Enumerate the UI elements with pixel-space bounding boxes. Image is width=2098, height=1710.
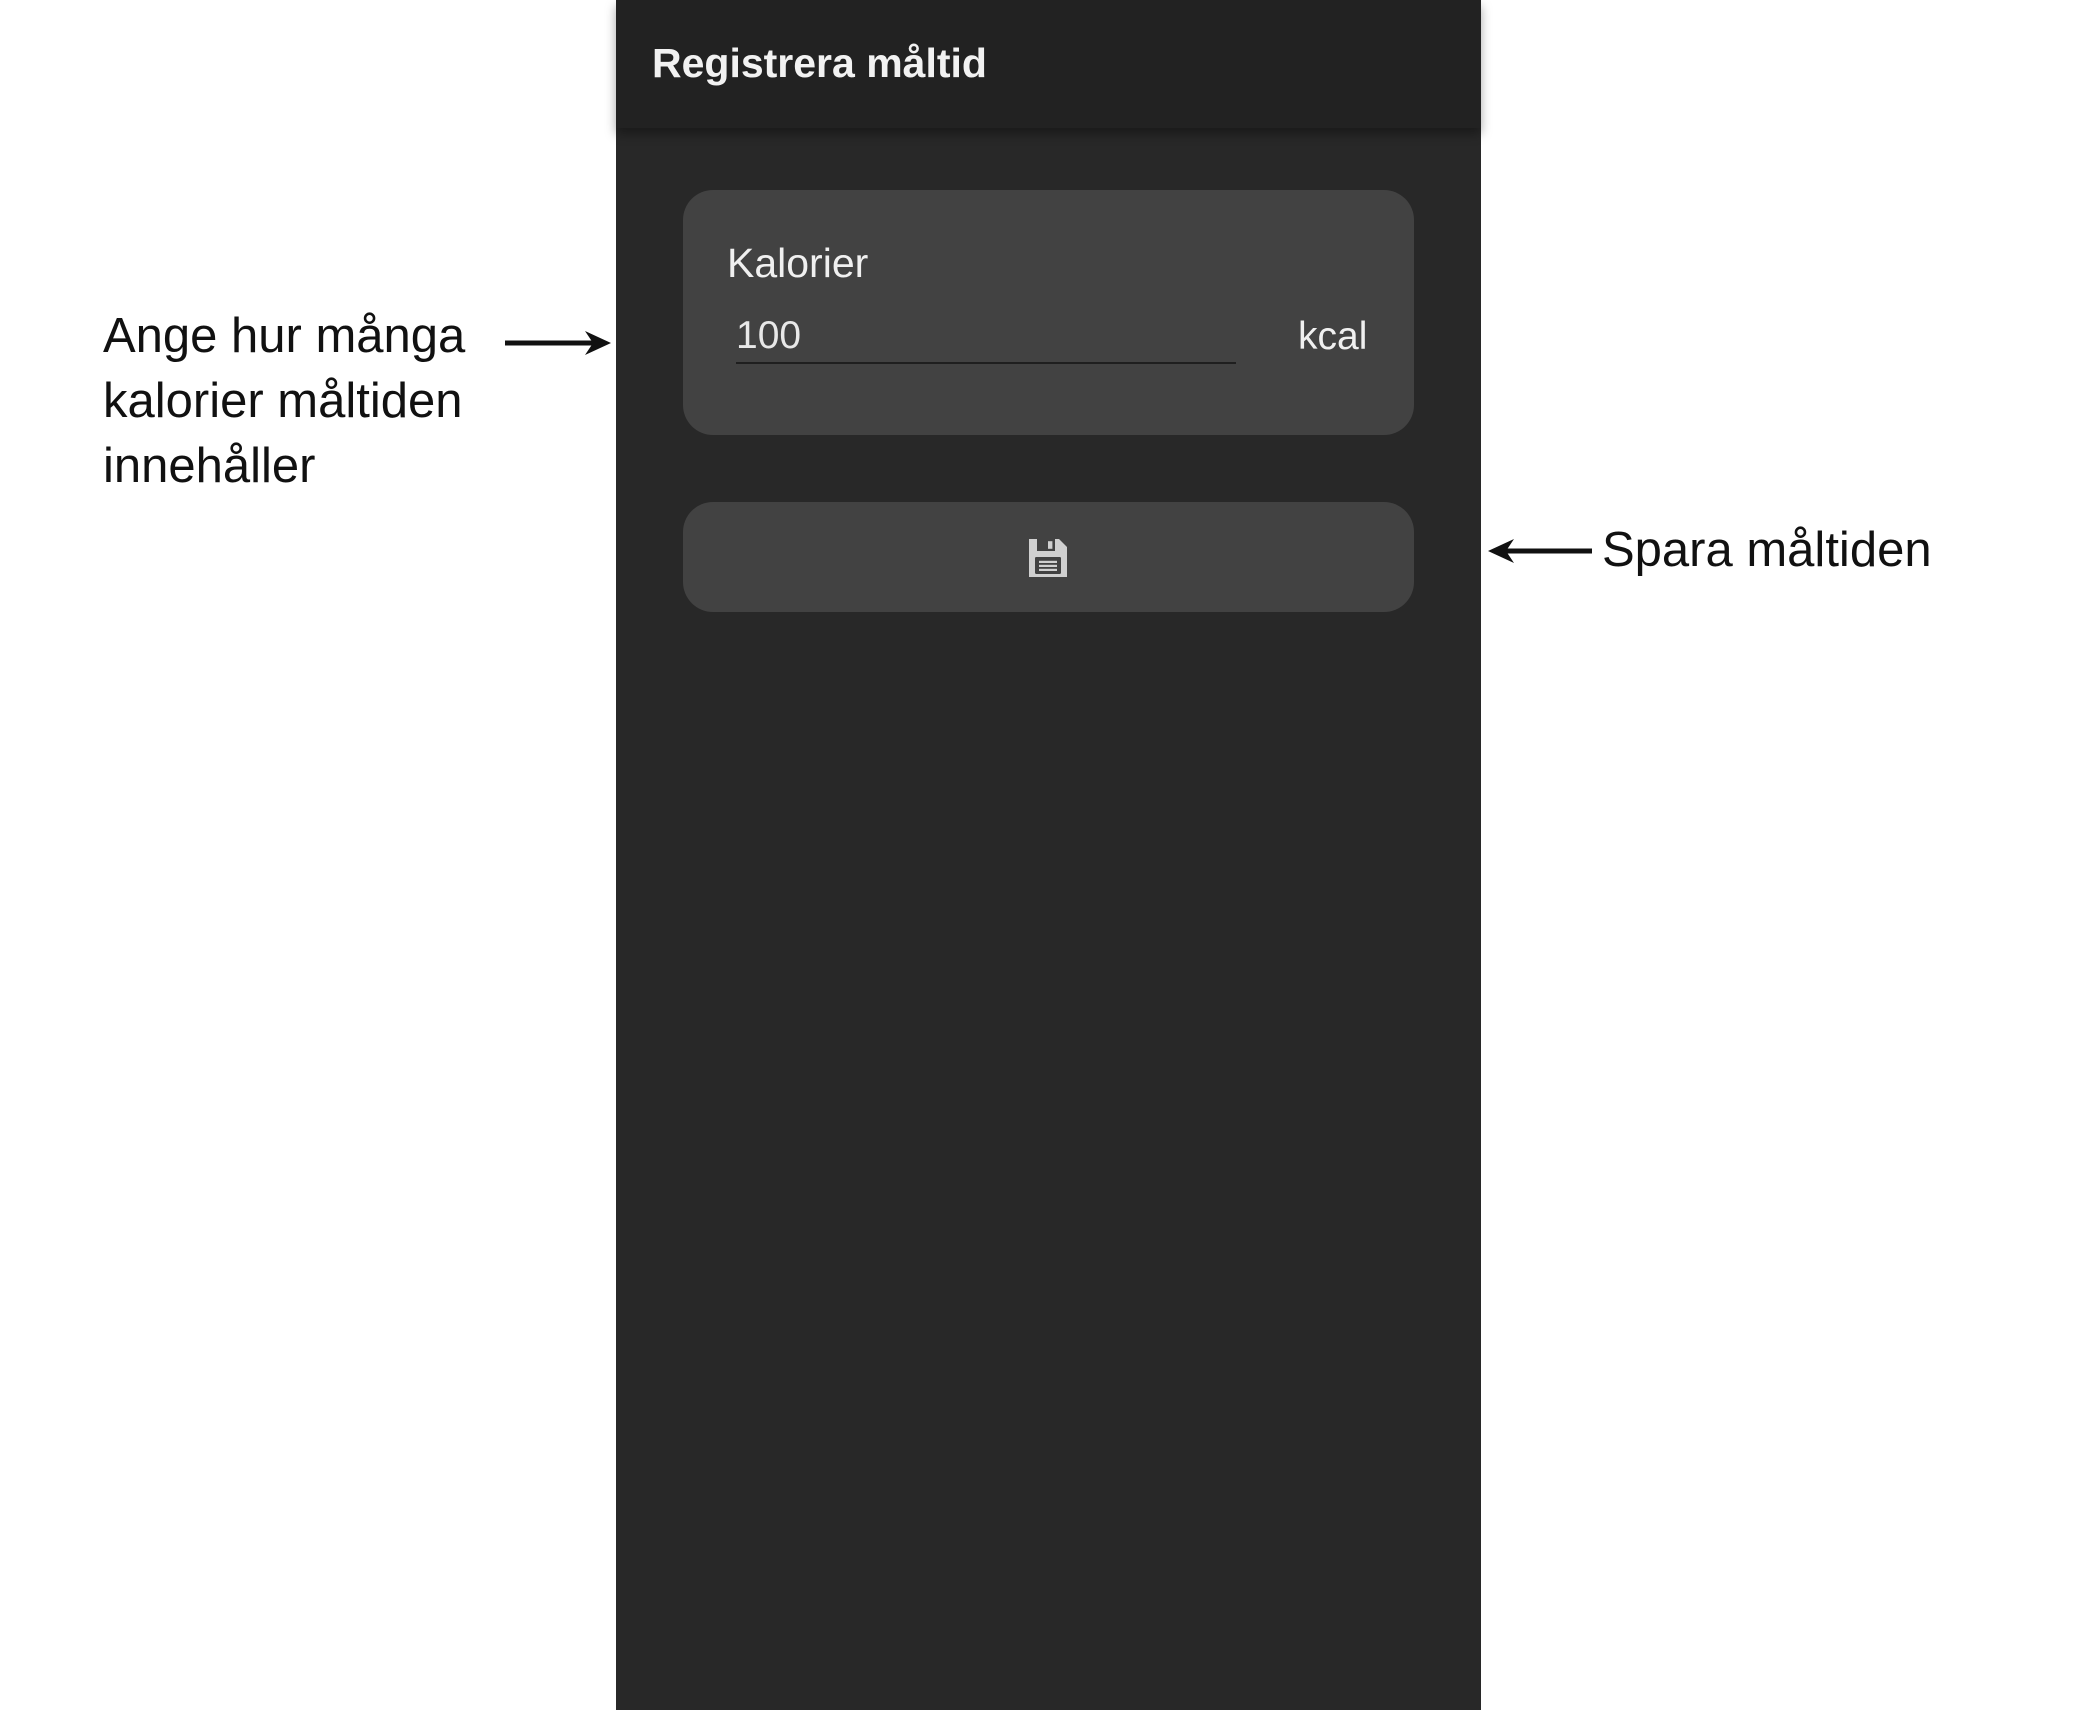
arrow-right-icon <box>505 331 611 355</box>
calorie-card: Kalorier kcal <box>683 190 1414 435</box>
annotation-line: Ange hur många <box>103 309 466 363</box>
arrow-left-icon <box>1488 539 1592 563</box>
app-bar: Registrera måltid <box>616 0 1481 128</box>
page-title: Registrera måltid <box>652 40 987 86</box>
calorie-input[interactable] <box>736 310 1236 364</box>
calorie-unit-label: kcal <box>1298 315 1368 358</box>
annotation-line: kalorier måltiden <box>103 374 463 428</box>
save-button-annotation: Spara måltiden <box>1602 523 1932 577</box>
phone-screen: Registrera måltid Kalorier kcal <box>616 0 1481 1710</box>
floppy-disk-icon <box>1029 539 1067 577</box>
calorie-field-annotation: Ange hur många kalorier måltiden innehål… <box>103 304 465 499</box>
save-button[interactable] <box>683 502 1414 612</box>
annotation-line: innehåller <box>103 439 316 493</box>
calorie-field-label: Kalorier <box>727 240 869 286</box>
